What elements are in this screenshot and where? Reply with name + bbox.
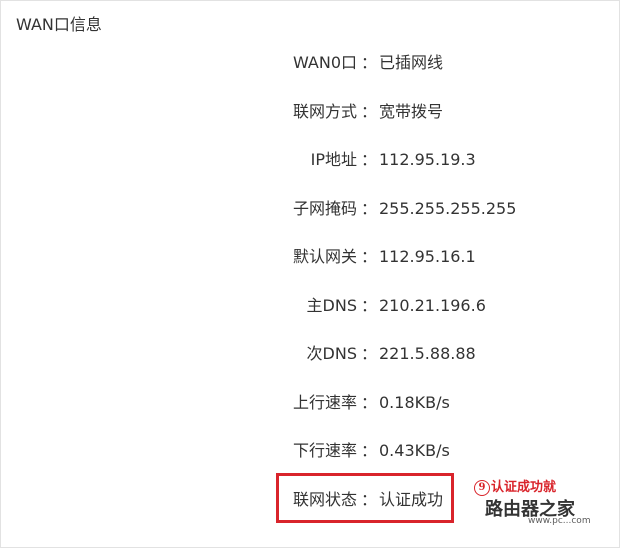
wan-port-value: 已插网线 [379,53,444,72]
info-row-default-gateway: 默认网关 ： 112.95.16.1 [1,244,619,293]
subnet-mask-value: 255.255.255.255 [379,198,517,218]
separator: ： [361,247,378,266]
separator: ： [361,392,378,412]
watermark-url: www.pc...com [528,516,591,526]
status-highlight-box [276,473,454,523]
connection-type-label: 联网方式 [292,101,357,121]
separator: ： [361,344,378,363]
upload-rate-label: 上行速率 [292,392,357,412]
ip-address-label: IP地址 [310,150,357,169]
annotation-text: 认证成功就 [491,480,557,495]
subnet-mask-label: 子网掩码 [292,198,357,218]
panel-title: WAN口信息 [16,15,102,34]
primary-dns-value: 210.21.196.6 [379,295,486,315]
annotation-note: 9 认证成功就 [474,476,556,496]
download-rate-value: 0.43KB/s [379,441,450,460]
ip-address-value: 112.95.19.3 [379,150,476,169]
secondary-dns-label: 次DNS [306,344,357,363]
step-number-badge: 9 [474,480,490,496]
info-row-wan-port: WAN0口 ： 已插网线 [1,50,619,99]
default-gateway-value: 112.95.16.1 [379,247,476,266]
connection-type-value: 宽带拨号 [379,101,444,121]
primary-dns-label: 主DNS [306,295,357,315]
info-row-primary-dns: 主DNS ： 210.21.196.6 [1,293,619,342]
info-row-subnet-mask: 子网掩码 ： 255.255.255.255 [1,196,619,245]
info-row-secondary-dns: 次DNS ： 221.5.88.88 [1,341,619,390]
info-row-upload-rate: 上行速率 ： 0.18KB/s [1,390,619,439]
separator: ： [361,441,378,460]
info-row-connection-type: 联网方式 ： 宽带拨号 [1,99,619,148]
separator: ： [361,198,378,218]
upload-rate-value: 0.18KB/s [379,392,450,412]
download-rate-label: 下行速率 [292,441,357,460]
secondary-dns-value: 221.5.88.88 [379,344,476,363]
separator: ： [361,150,378,169]
wan-info-list: WAN0口 ： 已插网线 联网方式 ： 宽带拨号 IP地址 ： 112.95.1… [1,50,619,535]
wan-port-label: WAN0口 [292,53,357,72]
wan-info-panel: WAN口信息 WAN0口 ： 已插网线 联网方式 ： 宽带拨号 IP地址 ： 1… [0,0,620,548]
info-row-ip-address: IP地址 ： 112.95.19.3 [1,147,619,196]
default-gateway-label: 默认网关 [292,247,357,266]
separator: ： [361,101,378,121]
separator: ： [361,53,378,72]
separator: ： [361,295,378,315]
